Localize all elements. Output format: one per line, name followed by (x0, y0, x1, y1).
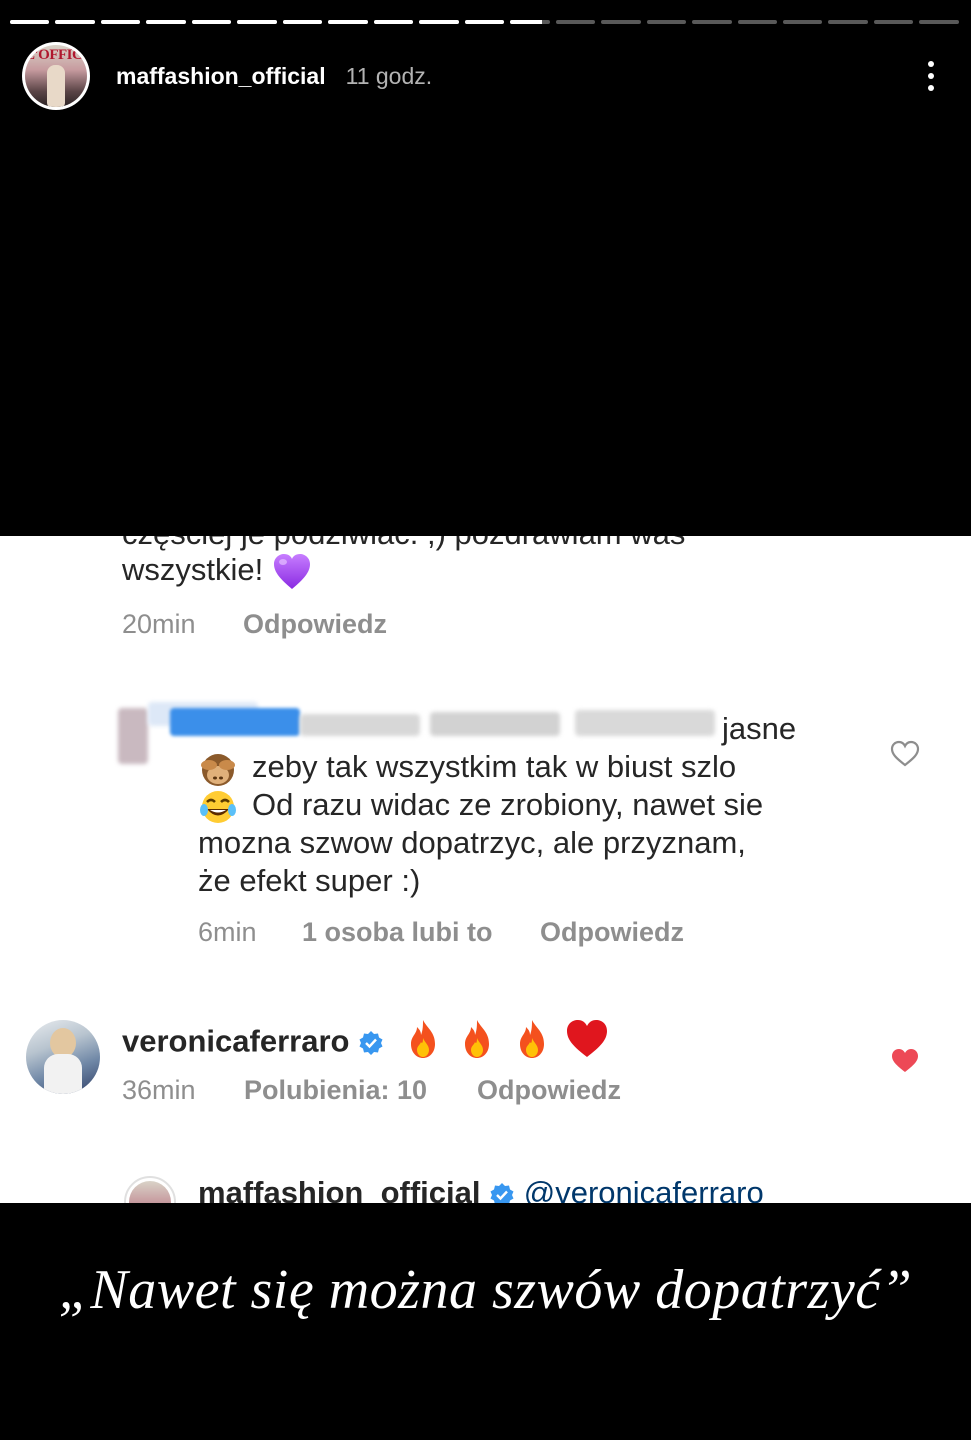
comment-text-body: wszystkie! (122, 552, 264, 587)
commenter-avatar[interactable] (26, 1020, 100, 1094)
progress-segment (328, 20, 368, 24)
comment-text-line: mozna szwow dopatrzyc, ale przyznam, (198, 825, 746, 860)
story-timestamp: 11 godz. (345, 62, 433, 89)
progress-segment (237, 20, 277, 24)
progress-segment (282, 20, 323, 24)
progress-segment (464, 20, 505, 24)
progress-segment (100, 20, 141, 24)
comment-header: veronicaferraro (122, 1018, 609, 1069)
comment-text-line: Od razu widac ze zrobiony, nawet sie (198, 786, 763, 826)
comment-time: 36min (122, 1075, 196, 1105)
progress-segment (782, 20, 823, 24)
comments-screenshot: częściej je podziwiać. ;) pozdrawiam was… (0, 536, 971, 1203)
comment-text-line: jasne (722, 711, 797, 746)
comment-likes-count[interactable]: 1 osoba lubi to (302, 917, 493, 948)
progress-segment (737, 20, 777, 24)
comment-time: 20min (122, 609, 196, 639)
progress-segment (828, 20, 868, 24)
progress-segment (601, 20, 641, 24)
comment-text: wszystkie! (122, 551, 312, 591)
story-caption: „Nawet się można szwów dopatrzyć” (58, 1259, 913, 1321)
fire-icon (465, 1020, 490, 1058)
commenter-username[interactable]: maffashion_official (198, 1175, 481, 1203)
progress-segment (10, 20, 50, 24)
story-username[interactable]: maffashion_official (116, 63, 326, 90)
comment-time: 6min (198, 917, 257, 947)
mention-link[interactable]: @veronicaferraro (524, 1175, 764, 1203)
avatar-magazine-logo: L'OFFICIEL (25, 47, 87, 63)
avatar-image: L'OFFICIEL (25, 45, 87, 107)
fire-icon (410, 1020, 435, 1058)
purple-heart-icon (273, 553, 310, 589)
reply-button[interactable]: Odpowiedz (540, 917, 684, 948)
story-header: L'OFFICIEL maffashion_official 11 godz. (22, 42, 941, 110)
verified-badge-icon (490, 1182, 514, 1203)
heart-filled-icon[interactable] (890, 1047, 920, 1075)
commenter-avatar[interactable] (124, 1176, 176, 1203)
comment-header: maffashion_official @veronicaferraro (198, 1174, 764, 1203)
progress-segment (146, 20, 186, 24)
face-with-tears-of-joy-icon (200, 790, 236, 823)
profile-avatar[interactable]: L'OFFICIEL (22, 42, 90, 110)
heart-outline-icon[interactable] (890, 740, 920, 768)
comment-text-line: że efekt super :) (198, 863, 421, 898)
story-progress-bar (10, 20, 959, 24)
more-options-icon[interactable] (921, 56, 941, 96)
progress-segment (692, 20, 732, 24)
commenter-username[interactable]: veronicaferraro (122, 1023, 349, 1058)
avatar-figure (47, 65, 65, 107)
comment-likes-count[interactable]: Polubienia: 10 (244, 1075, 427, 1106)
progress-segment (55, 20, 95, 24)
progress-segment (646, 20, 687, 24)
progress-segment (873, 20, 914, 24)
progress-segment (919, 20, 959, 24)
progress-segment (373, 20, 414, 24)
progress-segment (191, 20, 232, 24)
comment-emojis (403, 1018, 609, 1069)
cut-off-comment-line: częściej je podziwiać. ;) pozdrawiam was (122, 536, 685, 552)
reply-button[interactable]: Odpowiedz (477, 1075, 621, 1106)
verified-badge-icon (359, 1031, 383, 1056)
see-no-evil-monkey-icon (201, 753, 235, 786)
comment-text-line: zeby tak wszystkim tak w biust szlo (198, 748, 736, 788)
progress-segment (419, 20, 459, 24)
red-heart-icon (566, 1020, 607, 1057)
reply-button[interactable]: Odpowiedz (243, 609, 387, 640)
progress-segment (510, 20, 550, 24)
progress-segment (555, 20, 596, 24)
fire-icon (519, 1020, 544, 1058)
